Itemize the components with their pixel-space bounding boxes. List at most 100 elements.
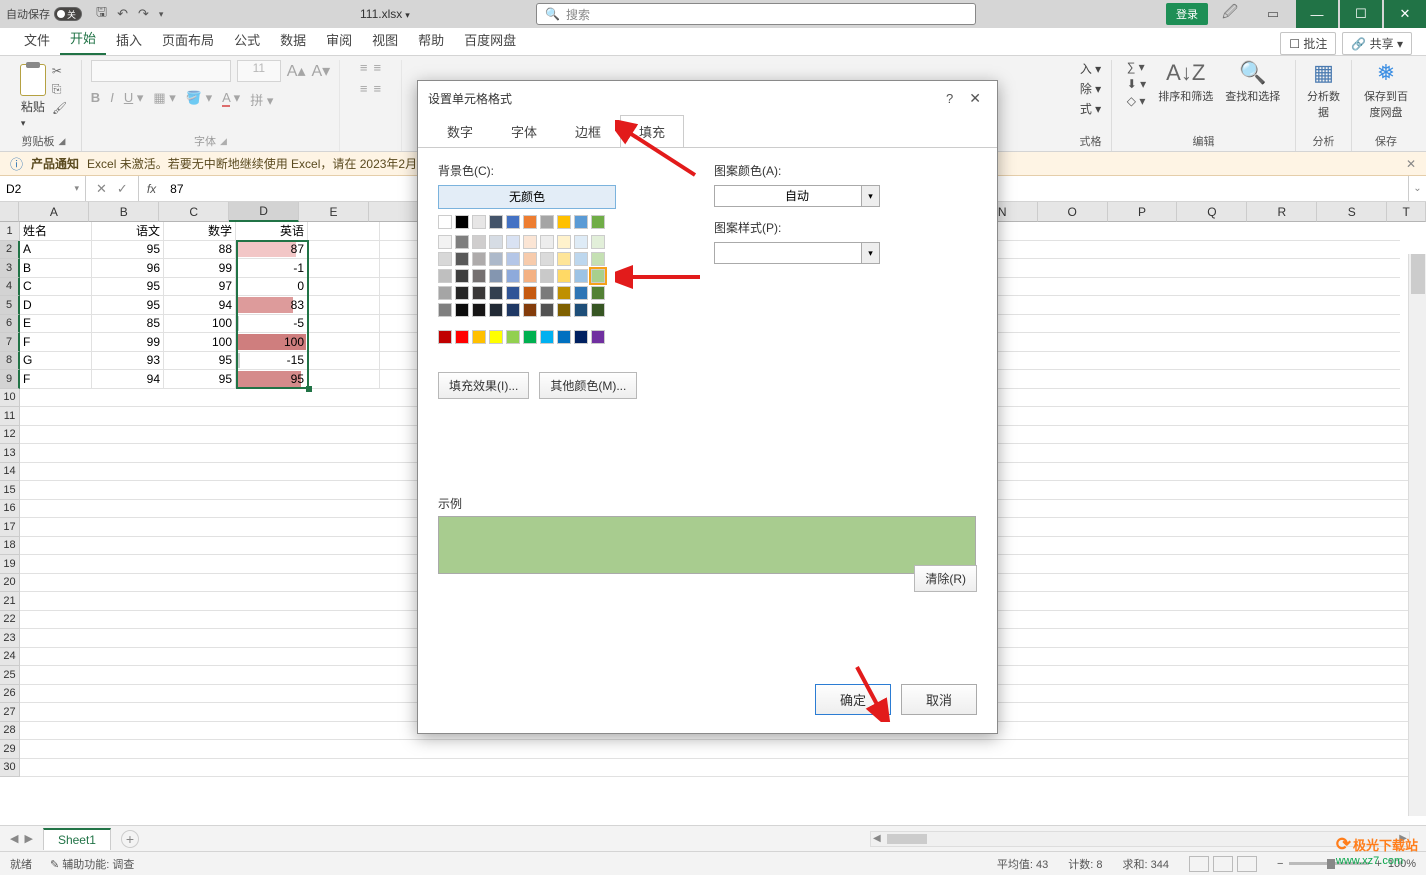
row-header[interactable]: 21 [0,592,20,611]
copy-icon[interactable]: ⎘ [52,82,67,97]
cell[interactable]: B [20,259,92,278]
col-header-a[interactable]: A [19,202,89,222]
confirm-edit-icon[interactable]: ✓ [117,181,128,197]
tab-page-layout[interactable]: 页面布局 [152,26,224,55]
color-swatch[interactable] [523,330,537,344]
color-swatch[interactable] [489,215,503,229]
cell[interactable]: 95 [92,241,164,260]
align-top-icon[interactable]: ≡ [360,60,368,75]
cell[interactable] [308,241,380,260]
color-swatch[interactable] [523,269,537,283]
horizontal-scrollbar[interactable]: ◀ ▶ [870,831,1410,847]
row-header[interactable]: 9 [0,370,20,389]
color-swatch[interactable] [557,235,571,249]
normal-view-button[interactable] [1189,856,1209,872]
clear-button[interactable]: 清除(R) [914,565,977,592]
align-left-icon[interactable]: ≡ [360,81,368,96]
color-swatch[interactable] [506,303,520,317]
paste-button[interactable]: 粘贴▾ [21,98,45,129]
color-swatch[interactable] [489,269,503,283]
add-sheet-button[interactable]: + [121,830,139,848]
autosum-icon[interactable]: ∑ ▾ [1127,60,1146,74]
row-header[interactable]: 6 [0,315,20,334]
cell[interactable] [308,370,380,389]
cell[interactable]: -15 [236,352,308,371]
color-swatch[interactable] [574,215,588,229]
color-swatch[interactable] [574,252,588,266]
cell[interactable]: 95 [236,370,308,389]
cell[interactable]: F [20,370,92,389]
login-button[interactable]: 登录 [1166,3,1208,25]
undo-icon[interactable]: ↶ [117,6,128,22]
color-swatch[interactable] [574,303,588,317]
col-header-s[interactable]: S [1317,202,1387,222]
clear-icon[interactable]: ◇ ▾ [1127,94,1146,108]
color-swatch[interactable] [591,235,605,249]
color-swatch[interactable] [506,252,520,266]
col-header-q[interactable]: Q [1177,202,1247,222]
color-swatch[interactable] [591,269,605,283]
color-swatch[interactable] [540,286,554,300]
color-swatch[interactable] [506,269,520,283]
color-swatch[interactable] [438,215,452,229]
tab-file[interactable]: 文件 [14,26,60,55]
color-swatch[interactable] [455,303,469,317]
cell[interactable]: 87 [236,241,308,260]
cell[interactable]: 95 [92,296,164,315]
font-family-select[interactable] [91,60,231,82]
color-swatch[interactable] [540,252,554,266]
row-header[interactable]: 26 [0,685,20,704]
cell[interactable]: D [20,296,92,315]
col-header-p[interactable]: P [1108,202,1178,222]
sheet-nav-next-icon[interactable]: ▶ [24,832,32,845]
selection-handle[interactable] [306,386,312,392]
tab-home[interactable]: 开始 [60,24,106,55]
format-painter-icon[interactable]: 🖌 [52,101,67,115]
cell[interactable]: 95 [164,370,236,389]
color-swatch[interactable] [523,235,537,249]
col-header-c[interactable]: C [159,202,229,222]
tab-view[interactable]: 视图 [362,26,408,55]
cell[interactable]: 100 [236,333,308,352]
color-swatch[interactable] [557,215,571,229]
dialog-help-button[interactable]: ? [936,91,963,106]
zoom-out-button[interactable]: − [1277,858,1283,870]
cells-insert[interactable]: 入 ▾ [1080,60,1101,77]
color-swatch[interactable] [489,330,503,344]
select-all-cell[interactable] [0,202,19,222]
border-button[interactable]: ▦ ▾ [153,90,175,109]
tab-data[interactable]: 数据 [270,26,316,55]
cell[interactable]: 93 [92,352,164,371]
cell[interactable]: 英语 [236,222,308,241]
cell[interactable]: 99 [164,259,236,278]
color-swatch[interactable] [489,235,503,249]
color-swatch[interactable] [591,252,605,266]
sheet-tab-sheet1[interactable]: Sheet1 [43,828,111,850]
cell[interactable]: E [20,315,92,334]
cell[interactable]: 95 [164,352,236,371]
color-swatch[interactable] [438,330,452,344]
redo-icon[interactable]: ↷ [138,6,149,22]
scroll-left-icon[interactable]: ◀ [873,833,881,844]
row-header[interactable]: 12 [0,426,20,445]
pattern-color-select[interactable]: 自动 ▾ [714,185,880,207]
dialog-tab-border[interactable]: 边框 [556,115,620,148]
align-center-icon[interactable]: ≡ [374,81,382,96]
row-header[interactable]: 17 [0,518,20,537]
dialog-close-button[interactable]: ✕ [963,90,987,107]
document-title[interactable]: 111.xlsx▾ [360,7,410,21]
color-swatch[interactable] [438,269,452,283]
qat-dropdown-icon[interactable]: ▾ [159,9,164,20]
phonetic-button[interactable]: 拼 ▾ [250,90,273,109]
row-header[interactable]: 23 [0,629,20,648]
color-swatch[interactable] [540,235,554,249]
color-swatch[interactable] [540,303,554,317]
more-colors-button[interactable]: 其他颜色(M)... [539,372,637,399]
color-swatch[interactable] [455,215,469,229]
color-swatch[interactable] [523,303,537,317]
color-swatch[interactable] [574,286,588,300]
increase-font-icon[interactable]: A▴ [287,61,306,81]
row-header[interactable]: 3 [0,259,20,278]
color-swatch[interactable] [472,252,486,266]
fill-icon[interactable]: ⬇ ▾ [1127,77,1146,91]
